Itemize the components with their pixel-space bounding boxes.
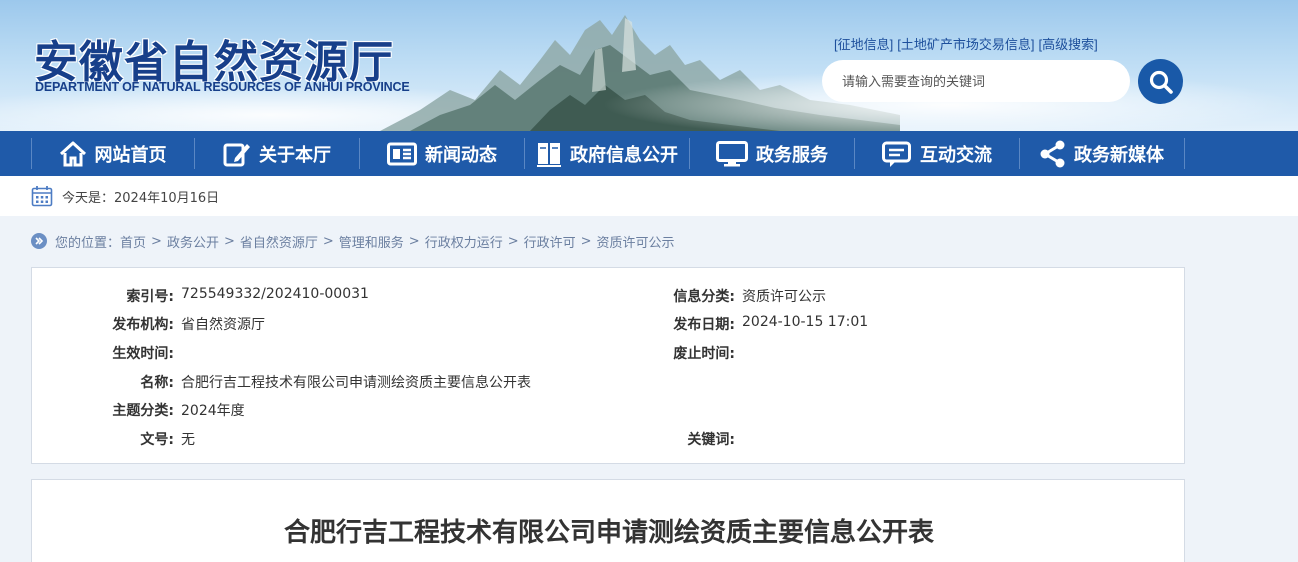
nav-item-gov-info[interactable]: 政府信息公开 (525, 131, 689, 176)
meta-topic-label: 主题分类: (112, 403, 174, 419)
meta-keywords (742, 429, 1142, 449)
meta-index-no-label: 索引号: (126, 289, 174, 305)
nav-item-label: 政务新媒体 (1074, 144, 1164, 166)
meta-effective-label: 生效时间: (112, 346, 174, 362)
book-icon (537, 142, 561, 167)
meta-repeal-label: 废止时间: (673, 346, 735, 362)
breadcrumb-separator: > (322, 233, 334, 249)
meta-doc-no: 无 (181, 432, 195, 448)
link-land-acquisition[interactable]: [征地信息] (834, 37, 893, 52)
search-input[interactable] (822, 60, 1130, 102)
meta-publish-date-label: 发布日期: (673, 317, 735, 333)
nav-divider (1184, 138, 1185, 169)
date-bar: 今天是：2024年10月16日 (0, 176, 1298, 216)
news-icon (387, 142, 417, 165)
meta-category-label: 信息分类: (673, 289, 735, 305)
article-title: 合肥行吉工程技术有限公司申请测绘资质主要信息公开表 (283, 518, 934, 548)
link-land-mineral-market[interactable]: [土地矿产市场交易信息] (897, 37, 1034, 52)
breadcrumb-separator: > (408, 233, 420, 249)
nav-item-gov-services[interactable]: 政务服务 (690, 131, 854, 176)
nav-item-label: 关于本厅 (259, 144, 331, 166)
today-date: 今天是：2024年10月16日 (62, 191, 220, 206)
chat-icon (882, 141, 911, 167)
share-icon (1040, 140, 1065, 167)
top-links: [征地信息] [土地矿产市场交易信息] [高级搜索] (834, 34, 1102, 53)
meta-repeal (742, 343, 1142, 363)
document-meta-table: 索引号: 725549332/202410-00031 发布机构: 省自然资源厅… (31, 267, 1185, 464)
nav-item-about[interactable]: 关于本厅 (195, 131, 359, 176)
breadcrumb-gov-affairs[interactable]: 政务公开 (167, 232, 219, 251)
search-box (822, 60, 1130, 102)
meta-publisher-label: 发布机构: (112, 317, 174, 333)
monitor-icon (716, 140, 748, 166)
meta-name: 合肥行吉工程技术有限公司申请测绘资质主要信息公开表 (181, 375, 531, 391)
meta-keywords-label: 关键词: (687, 432, 735, 448)
link-advanced-search[interactable]: [高级搜索] (1038, 37, 1097, 52)
nav-item-label: 政府信息公开 (570, 144, 678, 166)
nav-item-interaction[interactable]: 互动交流 (855, 131, 1019, 176)
meta-category: 资质许可公示 (742, 289, 826, 305)
edit-icon (223, 143, 250, 166)
meta-effective (181, 343, 581, 363)
breadcrumb-admin-power[interactable]: 行政权力运行 (425, 232, 503, 251)
breadcrumb-separator: > (507, 233, 519, 249)
breadcrumb-department[interactable]: 省自然资源厅 (240, 232, 318, 251)
meta-publish-date: 2024-10-15 17:01 (742, 314, 869, 330)
breadcrumb-prefix: 您的位置： (55, 235, 121, 251)
nav-item-home[interactable]: 网站首页 (31, 131, 194, 176)
nav-item-label: 网站首页 (94, 144, 167, 166)
meta-topic: 2024年度 (181, 403, 245, 419)
breadcrumb-separator: > (223, 233, 235, 249)
meta-index-no: 725549332/202410-00031 (181, 286, 369, 302)
home-icon (59, 141, 86, 166)
breadcrumb-admin-license[interactable]: 行政许可 (524, 232, 576, 251)
article-panel: 合肥行吉工程技术有限公司申请测绘资质主要信息公开表 (31, 479, 1185, 562)
nav-item-label: 互动交流 (920, 144, 992, 166)
nav-item-label: 政务服务 (756, 144, 828, 166)
breadcrumb-management[interactable]: 管理和服务 (339, 232, 404, 251)
site-header: 安徽省自然资源厅 DEPARTMENT OF NATURAL RESOURCES… (0, 0, 1298, 131)
nav-item-label: 新闻动态 (425, 144, 497, 166)
nav-item-new-media[interactable]: 政务新媒体 (1020, 131, 1184, 176)
location-chevron-icon (31, 233, 47, 249)
breadcrumb-qualification[interactable]: 资质许可公示 (597, 232, 675, 251)
breadcrumb-separator: > (580, 233, 592, 249)
search-button[interactable] (1138, 59, 1183, 104)
breadcrumb-home[interactable]: 首页 (120, 232, 146, 251)
meta-doc-no-label: 文号: (140, 432, 174, 448)
breadcrumb-separator: > (151, 233, 162, 249)
site-logo-subtitle: DEPARTMENT OF NATURAL RESOURCES OF ANHUI… (35, 80, 410, 94)
search-icon (1149, 70, 1173, 94)
nav-item-news[interactable]: 新闻动态 (360, 131, 524, 176)
meta-name-label: 名称: (140, 375, 174, 391)
calendar-icon (31, 186, 53, 207)
meta-publisher: 省自然资源厅 (181, 317, 265, 333)
breadcrumb: 您的位置： 首页 > 政务公开 > 省自然资源厅 > 管理和服务 > 行政权力运… (31, 232, 675, 251)
main-nav: 网站首页 关于本厅 新闻动态 政府信息公开 政务服务 互动交流 政务新媒体 (0, 131, 1298, 176)
